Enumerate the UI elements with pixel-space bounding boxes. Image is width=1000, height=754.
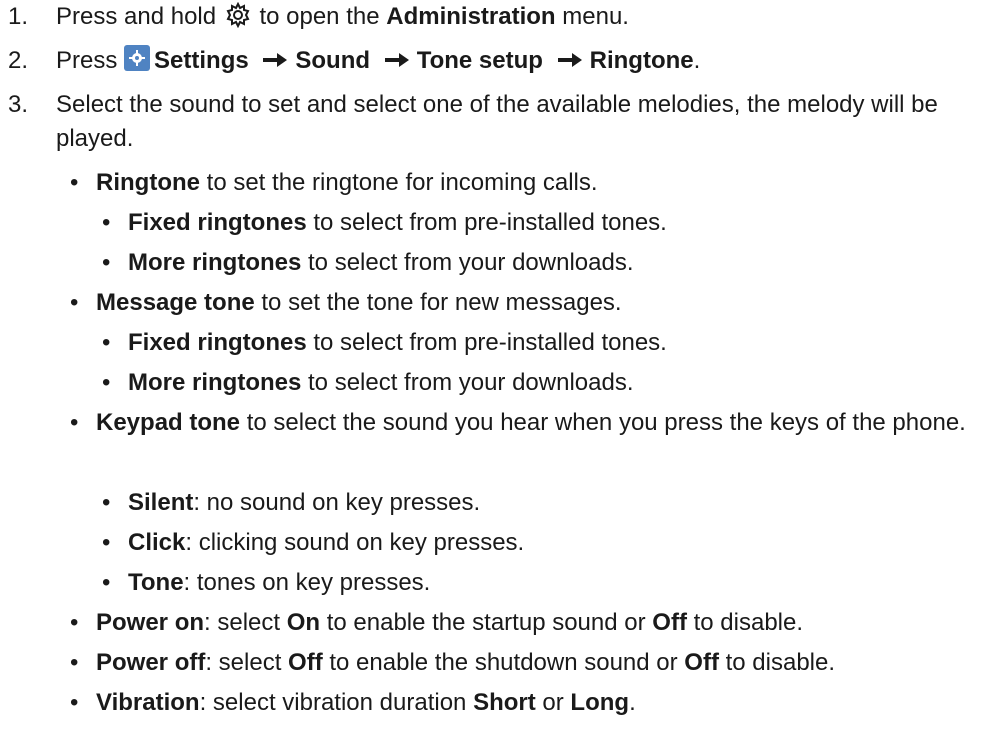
option-value: Short (473, 689, 536, 716)
item-term: Click (128, 529, 186, 556)
right-arrow-icon (261, 46, 289, 67)
item-term: Fixed ringtones (128, 209, 307, 236)
menu-path-tone-setup: Tone setup (416, 47, 543, 74)
step-text: Press and hold to open the Administratio… (56, 0, 629, 34)
bullet-icon: • (70, 289, 79, 316)
item-desc: to select from your downloads. (301, 249, 634, 276)
item-term: Fixed ringtones (128, 329, 307, 356)
item-desc: to select the sound you hear when you pr… (240, 409, 966, 436)
item-term: More ringtones (128, 249, 302, 276)
bullet-icon: • (102, 489, 111, 516)
bullet-icon: • (70, 649, 79, 676)
item-desc: to set the tone for new messages. (254, 289, 622, 316)
step-text-part: . (693, 47, 701, 74)
option-value: On (286, 609, 321, 636)
step-text-part: Press and hold (56, 3, 217, 30)
instruction-document: 1. Press and hold to open the Administra… (0, 0, 1000, 754)
item-desc: to select from your downloads. (301, 369, 634, 396)
item-term: Power off (96, 649, 206, 676)
item-desc: to disable. (686, 609, 804, 636)
step-number: 2. (8, 47, 29, 74)
option-value: Long (570, 689, 630, 716)
item-term: Power on (96, 609, 205, 636)
bullet-icon: • (102, 369, 111, 396)
item-desc: : select (204, 609, 287, 636)
step-text: Select the sound to set and select one o… (56, 91, 938, 152)
menu-path-sound: Sound (295, 47, 371, 74)
item-desc: . (629, 689, 636, 716)
item-desc: to set the ringtone for incoming calls. (199, 169, 598, 196)
option-value: Off (652, 609, 687, 636)
item-desc: to disable. (718, 649, 836, 676)
item-term: Tone (128, 569, 184, 596)
item-term: Ringtone (96, 169, 200, 196)
item-desc: : clicking sound on key presses. (185, 529, 525, 556)
option-value: Off (684, 649, 719, 676)
step-text-part: to open the (259, 3, 380, 30)
item-desc: : select vibration duration (199, 689, 474, 716)
bullet-icon: • (102, 249, 111, 276)
menu-path-ringtone: Ringtone (589, 47, 694, 74)
item-desc: or (535, 689, 571, 716)
item-desc: to enable the shutdown sound or (322, 649, 685, 676)
gear-icon (225, 1, 251, 29)
item-term: Keypad tone (96, 409, 241, 436)
item-desc: : tones on key presses. (183, 569, 431, 596)
step-number: 1. (8, 3, 29, 30)
step-text: Press Settings Sound Tone setup Ringtone… (56, 44, 700, 78)
settings-app-icon (124, 45, 151, 71)
right-arrow-icon (383, 46, 411, 67)
item-term: Vibration (96, 689, 200, 716)
menu-name: Administration (386, 3, 556, 30)
menu-path-settings: Settings (154, 47, 249, 74)
item-desc: : select (205, 649, 289, 676)
option-value: Off (288, 649, 323, 676)
bullet-icon: • (70, 609, 79, 636)
right-arrow-icon (556, 46, 584, 67)
item-term: Message tone (96, 289, 255, 316)
item-desc: : no sound on key presses. (193, 489, 481, 516)
bullet-icon: • (70, 409, 79, 436)
item-desc: to select from pre-installed tones. (306, 209, 667, 236)
bullet-icon: • (102, 209, 111, 236)
bullet-icon: • (70, 169, 79, 196)
item-desc: to select from pre-installed tones. (306, 329, 667, 356)
bullet-icon: • (102, 569, 111, 596)
item-term: More ringtones (128, 369, 302, 396)
step-number: 3. (8, 91, 29, 118)
bullet-icon: • (102, 529, 111, 556)
bullet-icon: • (102, 329, 111, 356)
bullet-icon: • (70, 689, 79, 716)
step-text-part: Press (56, 47, 118, 74)
step-text-part: menu. (562, 3, 629, 30)
item-desc: to enable the startup sound or (320, 609, 653, 636)
item-term: Silent (128, 489, 194, 516)
